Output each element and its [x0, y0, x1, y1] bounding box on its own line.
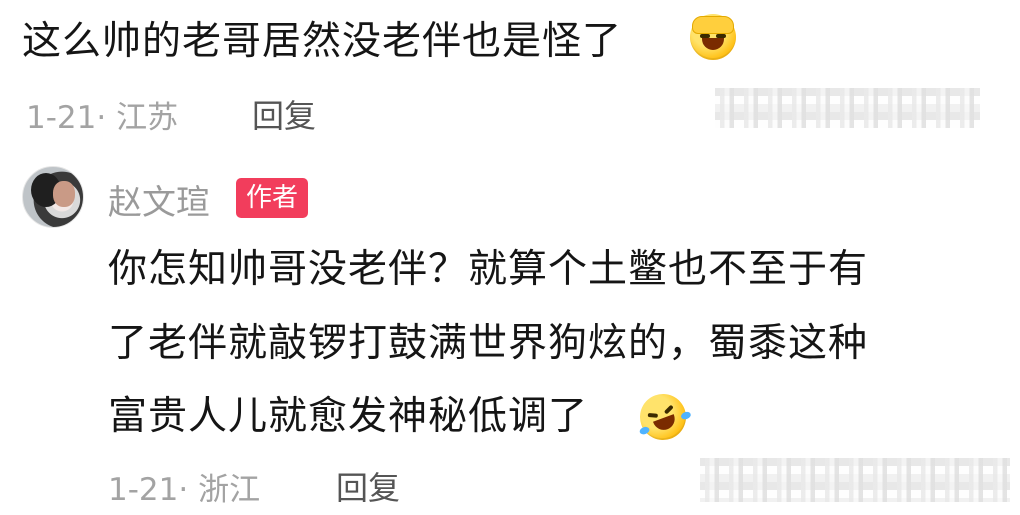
comment-text-line: 富贵人儿就愈发神秘低调了	[108, 394, 589, 439]
comment-text-line: 了老伴就敲锣打鼓满世界狗炫的，蜀黍这种	[108, 321, 869, 366]
emoji-tear	[680, 410, 692, 421]
reply-button[interactable]: 回复	[252, 91, 316, 137]
blurred-region	[700, 458, 1010, 502]
emoji-tear	[638, 425, 651, 436]
comment-text-line: 你怎知帅哥没老伴？就算个土鳖也不至于有	[108, 247, 869, 292]
avatar-face	[53, 181, 75, 207]
facepalm-laughing-emoji-icon	[690, 14, 736, 60]
emoji-hand	[692, 16, 734, 34]
avatar[interactable]	[22, 166, 84, 228]
rolling-on-floor-laughing-emoji-icon	[633, 387, 693, 447]
emoji-mouth	[702, 38, 724, 50]
emoji-eye	[647, 412, 658, 418]
comment-meta: 1-21· 江苏	[26, 100, 179, 136]
reply-button[interactable]: 回复	[336, 463, 400, 509]
blurred-region	[715, 88, 980, 128]
author-badge: 作者	[236, 178, 309, 218]
author-name[interactable]: 赵文瑄	[108, 175, 210, 224]
comment-text: 这么帅的老哥居然没老伴也是怪了	[22, 19, 623, 64]
comment-meta: 1-21· 浙江	[108, 472, 261, 508]
emoji-eye	[663, 404, 674, 415]
